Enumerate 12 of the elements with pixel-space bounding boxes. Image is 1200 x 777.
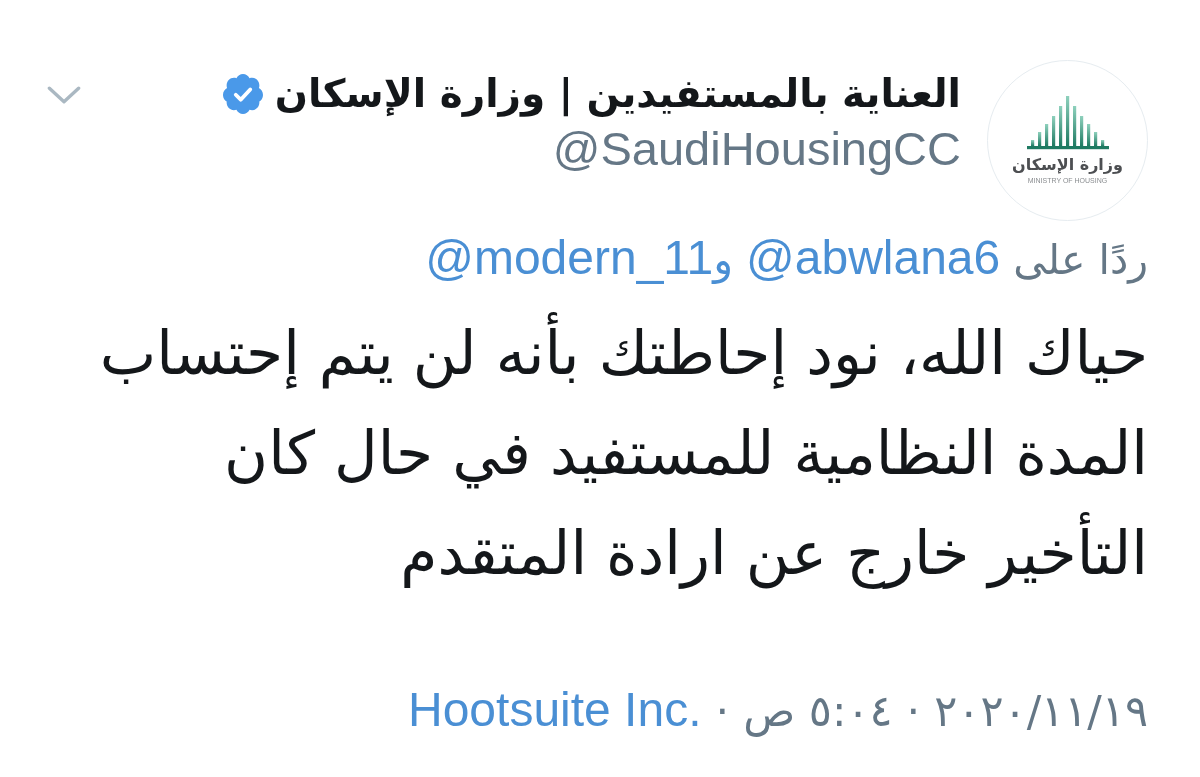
timestamp-text: ٥:٠٤ ص (743, 685, 893, 739)
dot-separator: · (715, 685, 730, 738)
logo-title: وزارة الإسكان (1012, 154, 1123, 176)
timestamp-text: ٢٠٢٠/١١/١٩ (934, 685, 1148, 738)
tweet-text: حياك الله، نود إحاطتك بأنه لن يتم إحتساب المدة النظامية للمستفيد في حال كان التأخير خارج عن ارادة المتقدم (47, 303, 1148, 603)
chevron-down-icon[interactable] (47, 86, 81, 104)
dot-separator: · (906, 685, 921, 738)
mention-link[interactable]: @abwlana6 (746, 231, 1001, 284)
account-handle[interactable]: @SaudiHousingCC (552, 123, 961, 175)
source-link[interactable]: Hootsuite Inc. (408, 682, 702, 738)
account-name[interactable]: العناية بالمستفيدين | وزارة الإسكان (274, 65, 961, 123)
vertical-bars-icon (1026, 96, 1109, 150)
